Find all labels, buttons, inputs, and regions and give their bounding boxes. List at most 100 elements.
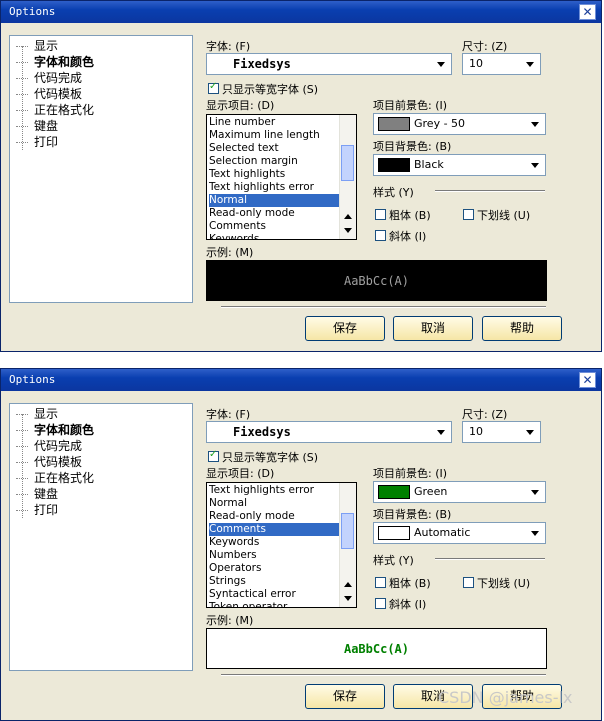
italic-checkbox[interactable] [375,230,386,241]
chevron-down-icon [531,163,539,168]
list-item[interactable]: Read-only mode [209,207,342,220]
scroll-up-icon[interactable] [344,214,352,219]
tree-branch [16,446,28,447]
list-item[interactable]: Token operator [209,601,342,607]
tree-item[interactable]: 代码模板 [16,87,82,102]
list-item[interactable]: Selection margin [209,155,342,168]
tree-item[interactable]: 代码模板 [16,455,82,470]
color-swatch [378,485,410,499]
list-scrollbar[interactable] [339,115,356,239]
save-button[interactable]: 保存 [305,316,385,341]
italic-checkbox[interactable] [375,598,386,609]
background-color-select[interactable]: Black [373,154,546,176]
cancel-button[interactable]: 取消 [393,316,473,341]
list-item[interactable]: Text highlights error [209,181,342,194]
list-item[interactable]: Strings [209,575,342,588]
tree-branch [16,62,28,63]
font-select[interactable]: Fixedsys [206,53,452,75]
bottom-separator [221,674,546,676]
mono-only-checkbox[interactable] [208,81,219,94]
options-dialog: Options ✕ 显示 字体和颜色 代码完成 代码模板 正在格式化 键盘 打印 字体: (F) F… [0,0,602,352]
tree-item[interactable]: 显示 [16,39,58,54]
background-label: 项目背景色: (B) [373,140,452,153]
scroll-down-icon[interactable] [344,596,352,601]
chevron-down-icon [531,122,539,127]
list-item[interactable]: Read-only mode [209,510,342,523]
underline-checkbox[interactable] [463,209,474,220]
tree-item[interactable]: 键盘 [16,119,58,134]
bold-label: 粗体 (B) [389,209,431,222]
tree-item[interactable]: 代码完成 [16,71,82,86]
tree-branch [16,462,28,463]
foreground-label: 项目前景色: (I) [373,467,448,480]
size-select[interactable]: 10 [462,53,541,75]
underline-label: 下划线 (U) [477,577,531,590]
font-label: 字体: (F) [206,408,251,421]
tree-item[interactable]: 显示 [16,407,58,422]
tree-item[interactable]: 字体和颜色 [16,55,94,70]
mono-only-checkbox[interactable] [208,449,219,462]
background-color-select[interactable]: Automatic [373,522,546,544]
italic-label: 斜体 (I) [389,598,427,611]
foreground-color-select[interactable]: Green [373,481,546,503]
list-item[interactable]: Comments [209,523,342,536]
list-item[interactable]: Maximum line length [209,129,342,142]
list-item[interactable]: Keywords [209,536,342,549]
font-select[interactable]: Fixedsys [206,421,452,443]
tree-item-label: 字体和颜色 [34,55,95,69]
scroll-thumb[interactable] [341,145,354,181]
foreground-label: 项目前景色: (I) [373,99,448,112]
chevron-down-icon [437,62,445,67]
font-label: 字体: (F) [206,40,251,53]
list-item[interactable]: Normal [209,194,342,207]
tree-branch [16,430,28,431]
tree-item-label: 键盘 [34,119,59,133]
tree-item[interactable]: 正在格式化 [16,471,94,486]
list-item[interactable]: Numbers [209,549,342,562]
foreground-color-select[interactable]: Grey - 50 [373,113,546,135]
tree-branch [16,78,28,79]
chevron-down-icon [526,62,534,67]
bold-checkbox[interactable] [375,209,386,220]
tree-item[interactable]: 键盘 [16,487,58,502]
list-item[interactable]: Normal [209,497,342,510]
tree-item[interactable]: 代码完成 [16,439,82,454]
color-swatch [378,526,410,540]
italic-label: 斜体 (I) [389,230,427,243]
csdn-watermark: CSDN @james-lx [438,688,573,707]
list-item[interactable]: Text highlights [209,168,342,181]
scroll-up-icon[interactable] [344,582,352,587]
list-item[interactable]: Syntactical error [209,588,342,601]
close-icon[interactable]: ✕ [579,4,596,20]
title-bar: Options ✕ [1,369,601,391]
help-button[interactable]: 帮助 [482,316,562,341]
list-item[interactable]: Comments [209,220,342,233]
category-tree[interactable]: 显示 字体和颜色 代码完成 代码模板 正在格式化 键盘 打印 [9,403,193,671]
tree-branch [16,478,28,479]
bold-checkbox[interactable] [375,577,386,588]
tree-item[interactable]: 打印 [16,503,58,518]
tree-item[interactable]: 字体和颜色 [16,423,94,438]
list-item[interactable]: Selected text [209,142,342,155]
close-icon[interactable]: ✕ [579,372,596,388]
scroll-down-icon[interactable] [344,228,352,233]
category-tree[interactable]: 显示 字体和颜色代码完成 代码模板 正在格式化 键盘打印 [9,35,193,303]
scroll-thumb[interactable] [341,513,354,549]
list-item[interactable]: Operators [209,562,342,575]
list-item[interactable]: Keywords [209,233,342,239]
save-button[interactable]: 保存 [305,684,385,709]
font-value: Fixedsys [233,425,291,439]
tree-item[interactable]: 正在格式化 [16,103,94,118]
size-label: 尺寸: (Z) [462,40,508,53]
underline-checkbox[interactable] [463,577,474,588]
tree-item[interactable]: 打印 [16,135,58,150]
list-scrollbar[interactable] [339,483,356,607]
title-bar: Options ✕ [1,1,601,23]
sample-label: 示例: (M) [206,246,254,259]
underline-label: 下划线 (U) [477,209,531,222]
list-item[interactable]: Line number [209,116,342,129]
size-select[interactable]: 10 [462,421,541,443]
display-items-list[interactable]: Text highlights error Normal Read-only mod… [206,482,357,608]
display-items-list[interactable]: Line number Maximum line length Selected t… [206,114,357,240]
list-item[interactable]: Text highlights error [209,484,342,497]
